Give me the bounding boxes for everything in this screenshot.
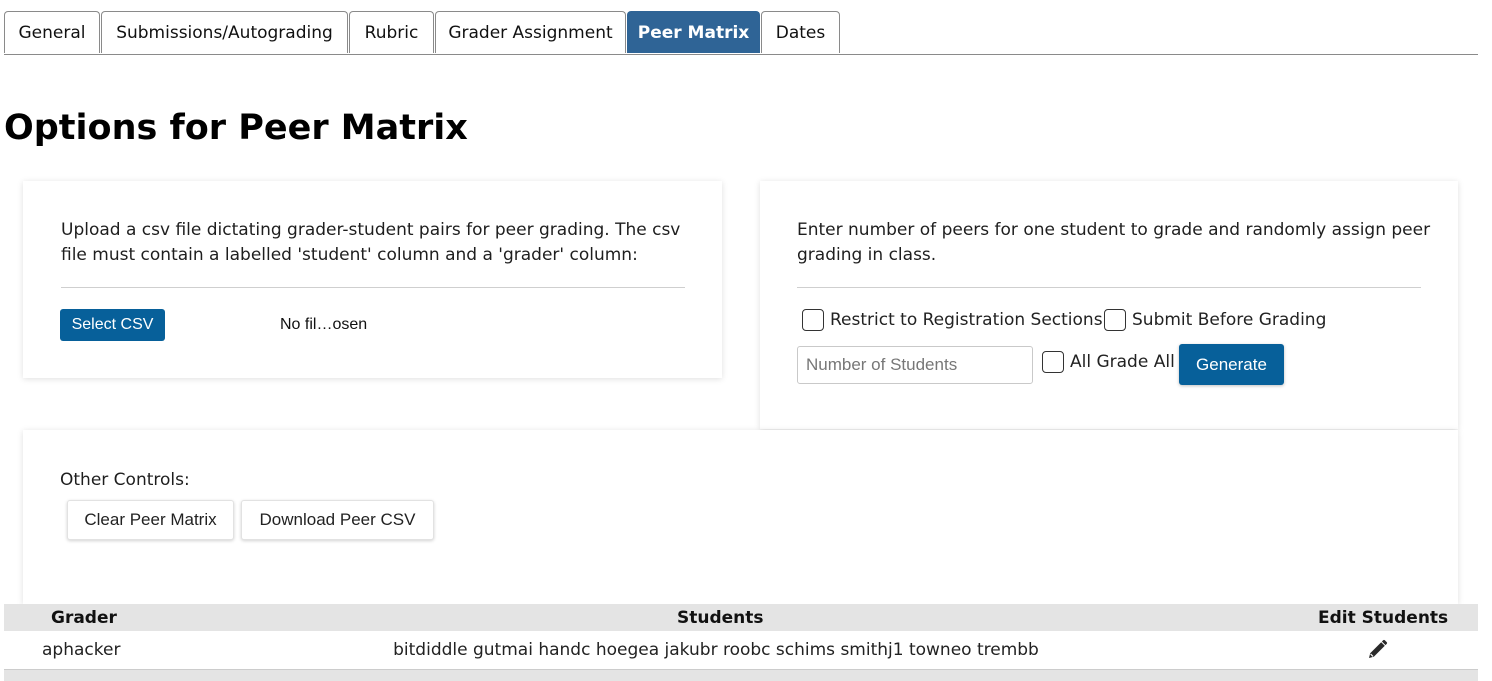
students-cell: bitdiddle gutmai handc hoegea jakubr roo…	[393, 640, 1039, 660]
generate-button[interactable]: Generate	[1179, 344, 1284, 385]
all-grade-all-option: All Grade All	[1042, 351, 1175, 373]
file-status-text: No fil…osen	[280, 316, 368, 333]
peer-matrix-page: General Submissions/Autograding Rubric G…	[0, 0, 1492, 681]
restrict-sections-checkbox[interactable]	[802, 309, 824, 331]
submit-before-grading-label: Submit Before Grading	[1132, 310, 1327, 330]
peer-table-header: Grader Students Edit Students	[4, 604, 1478, 631]
tab-general[interactable]: General	[4, 11, 100, 53]
pencil-icon[interactable]	[1366, 639, 1388, 666]
download-peer-csv-button[interactable]: Download Peer CSV	[241, 500, 434, 540]
upload-csv-card: Upload a csv file dictating grader-stude…	[23, 181, 722, 378]
tab-grader-assignment[interactable]: Grader Assignment	[435, 11, 626, 53]
clear-peer-matrix-button[interactable]: Clear Peer Matrix	[67, 500, 234, 540]
all-grade-all-checkbox[interactable]	[1042, 351, 1064, 373]
table-row: aphacker bitdiddle gutmai handc hoegea j…	[4, 631, 1478, 670]
grader-column-header: Grader	[51, 608, 117, 628]
random-assign-card: Enter number of peers for one student to…	[760, 181, 1458, 429]
select-csv-button[interactable]: Select CSV	[60, 309, 165, 341]
upload-divider	[61, 287, 685, 288]
tab-bar: General Submissions/Autograding Rubric G…	[4, 11, 1478, 55]
students-column-header: Students	[677, 608, 764, 628]
other-controls-card: Other Controls: Clear Peer Matrix Downlo…	[23, 430, 1458, 604]
page-title: Options for Peer Matrix	[4, 108, 468, 148]
submit-before-grading-checkbox[interactable]	[1104, 309, 1126, 331]
tab-rubric[interactable]: Rubric	[349, 11, 434, 53]
tab-dates[interactable]: Dates	[761, 11, 840, 53]
upload-description: Upload a csv file dictating grader-stude…	[61, 220, 681, 265]
other-controls-label: Other Controls:	[60, 470, 190, 490]
number-of-students-input[interactable]	[797, 346, 1033, 384]
tab-peer-matrix[interactable]: Peer Matrix	[627, 11, 760, 53]
tab-submissions-autograding[interactable]: Submissions/Autograding	[101, 11, 348, 53]
submit-before-grading-option: Submit Before Grading	[1104, 309, 1326, 331]
restrict-sections-label: Restrict to Registration Sections	[830, 310, 1103, 330]
all-grade-all-label: All Grade All	[1070, 352, 1175, 372]
table-row-partial	[4, 670, 1478, 681]
random-assign-divider	[797, 287, 1421, 288]
edit-students-column-header: Edit Students	[1318, 608, 1449, 628]
random-assign-description: Enter number of peers for one student to…	[797, 220, 1431, 265]
restrict-sections-option: Restrict to Registration Sections	[802, 309, 1103, 331]
